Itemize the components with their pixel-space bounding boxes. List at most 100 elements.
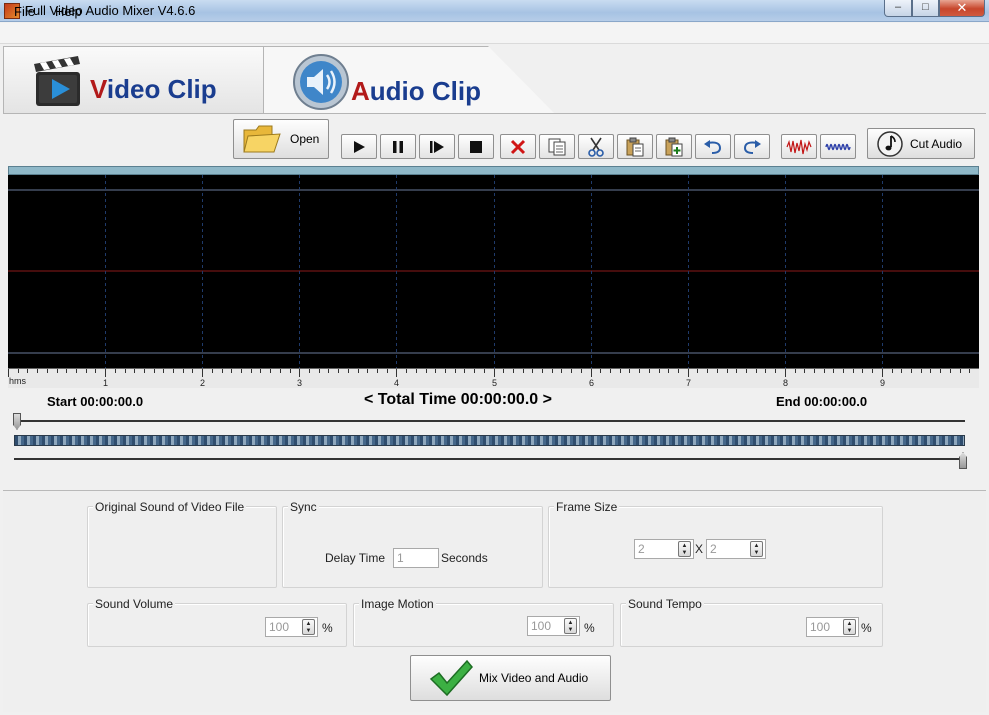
total-time: < Total Time 00:00:00.0 > <box>364 391 552 408</box>
mix-button-label: Mix Video and Audio <box>479 671 589 685</box>
delete-button[interactable] <box>500 134 536 159</box>
open-button[interactable]: Open <box>233 119 329 159</box>
waveform-display[interactable] <box>8 175 979 368</box>
paste-icon <box>626 137 644 156</box>
cut-button[interactable] <box>578 134 614 159</box>
sound-tempo-title: Sound Tempo <box>626 597 704 611</box>
stepper-arrows-icon[interactable]: ▲ ▼ <box>678 541 691 557</box>
delay-time-input[interactable]: 1 <box>393 548 439 568</box>
copy-button[interactable] <box>539 134 575 159</box>
original-sound-group <box>87 506 277 588</box>
close-button[interactable]: ✕ <box>939 0 985 17</box>
end-slider-handle[interactable] <box>959 452 967 469</box>
menu-help[interactable]: Help <box>55 4 82 19</box>
tab-audio-clip[interactable]: Audio Clip <box>263 46 555 114</box>
ruler-ticks: 1 2 3 4 5 6 7 8 9 <box>8 369 980 388</box>
undo-icon <box>704 139 722 154</box>
copy-icon <box>548 138 566 155</box>
frame-size-title: Frame Size <box>554 500 620 514</box>
waveform-selection-strip[interactable] <box>8 166 979 175</box>
image-motion-stepper[interactable]: 100 ▲ ▼ <box>527 616 580 636</box>
speaker-icon <box>293 54 349 110</box>
maximize-button[interactable]: □ <box>912 0 939 17</box>
frame-height-value: 2 <box>710 542 717 556</box>
noise-wave-button[interactable] <box>781 134 817 159</box>
image-motion-percent: % <box>584 621 595 635</box>
sound-volume-value: 100 <box>269 620 290 634</box>
paste-new-icon <box>665 137 683 156</box>
pause-button[interactable] <box>380 134 416 159</box>
ruler-tick-label: 3 <box>297 378 302 388</box>
start-time: Start 00:00:00.0 <box>47 394 144 409</box>
ruler-tick-label: 4 <box>394 378 399 388</box>
undo-button[interactable] <box>695 134 731 159</box>
menu-bar <box>0 23 989 44</box>
original-sound-title: Original Sound of Video File <box>93 500 247 514</box>
open-label: Open <box>290 132 320 146</box>
stepper-arrows-icon[interactable]: ▲ ▼ <box>843 619 856 635</box>
sound-tempo-value: 100 <box>810 620 831 634</box>
tab-video-label: Video Clip <box>90 74 217 104</box>
paste-new-button[interactable] <box>656 134 692 159</box>
sync-title: Sync <box>288 500 319 514</box>
folder-icon <box>243 125 281 153</box>
tab-audio-label: Audio Clip <box>351 76 481 106</box>
ruler-tick-label: 8 <box>783 378 788 388</box>
sound-volume-percent: % <box>322 621 333 635</box>
tone-wave-icon <box>825 143 851 150</box>
sound-tempo-percent: % <box>861 621 872 635</box>
ruler-tick-label: 7 <box>686 378 691 388</box>
minimize-button[interactable]: – <box>884 0 912 17</box>
frame-width-value: 2 <box>638 542 645 556</box>
menu-file[interactable]: File <box>14 4 35 19</box>
time-ruler[interactable]: 1 2 3 4 5 6 7 8 9 hms <box>8 368 980 388</box>
delay-time-label: Delay Time <box>325 551 386 565</box>
paste-button[interactable] <box>617 134 653 159</box>
tab-video-clip[interactable]: Video Clip <box>3 46 265 113</box>
ruler-tick-label: 9 <box>880 378 885 388</box>
mix-video-audio-button[interactable]: Mix Video and Audio <box>410 655 611 701</box>
end-slider-track[interactable] <box>14 458 965 460</box>
play-icon <box>354 140 365 153</box>
frame-x-label: X <box>695 542 704 556</box>
start-slider-handle[interactable] <box>13 413 21 430</box>
cut-audio-button[interactable]: Cut Audio <box>867 128 975 159</box>
ruler-unit: hms <box>9 376 27 386</box>
cut-audio-label: Cut Audio <box>910 136 963 151</box>
stepper-arrows-icon[interactable]: ▲ ▼ <box>750 541 763 557</box>
stop-icon <box>470 140 482 153</box>
step-play-button[interactable] <box>419 134 455 159</box>
sync-group <box>282 506 543 588</box>
pause-icon <box>393 140 403 153</box>
end-time: End 00:00:00.0 <box>776 394 868 409</box>
redo-button[interactable] <box>734 134 770 159</box>
seconds-label: Seconds <box>441 551 488 565</box>
cut-icon <box>588 137 604 157</box>
frame-height-stepper[interactable]: 2 ▲ ▼ <box>706 539 766 559</box>
ruler-tick-label: 6 <box>589 378 594 388</box>
sound-volume-stepper[interactable]: 100 ▲ ▼ <box>265 617 318 637</box>
noise-wave-icon <box>786 139 812 154</box>
stop-button[interactable] <box>458 134 494 159</box>
ruler-tick-label: 5 <box>492 378 497 388</box>
delay-time-value: 1 <box>397 551 404 565</box>
music-note-icon <box>877 130 903 157</box>
redo-icon <box>743 139 761 154</box>
window-title: Full Video Audio Mixer V4.6.6 <box>25 3 196 18</box>
timeline-strip[interactable] <box>14 435 965 446</box>
stepper-arrows-icon[interactable]: ▲ ▼ <box>564 618 577 634</box>
sound-tempo-stepper[interactable]: 100 ▲ ▼ <box>806 617 859 637</box>
delete-icon <box>510 139 526 154</box>
ruler-tick-label: 1 <box>103 378 108 388</box>
tone-wave-button[interactable] <box>820 134 856 159</box>
ruler-tick-label: 2 <box>200 378 205 388</box>
image-motion-value: 100 <box>531 619 552 633</box>
sound-volume-title: Sound Volume <box>93 597 176 611</box>
waveform-grid <box>8 175 979 368</box>
stepper-arrows-icon[interactable]: ▲ ▼ <box>302 619 315 635</box>
play-button[interactable] <box>341 134 377 159</box>
image-motion-title: Image Motion <box>359 597 436 611</box>
step-play-icon <box>430 140 444 153</box>
start-slider-track[interactable] <box>14 420 965 422</box>
frame-width-stepper[interactable]: 2 ▲ ▼ <box>634 539 694 559</box>
